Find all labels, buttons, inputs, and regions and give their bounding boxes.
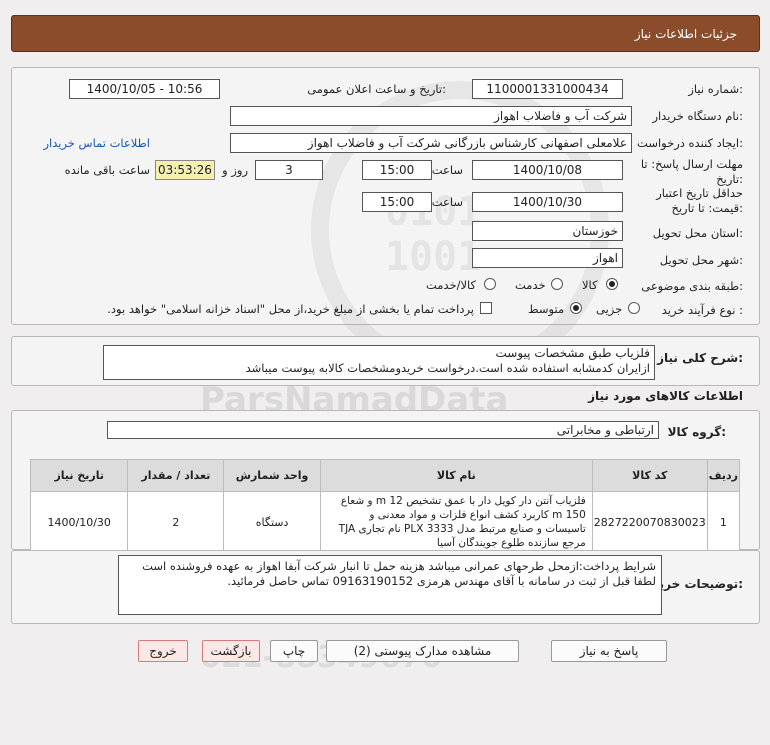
category-radio-goods[interactable]: [606, 278, 618, 290]
cell-row: 1: [706, 491, 741, 553]
col-unit: واحد شمارش: [223, 459, 321, 492]
exit-button[interactable]: خروج: [138, 640, 188, 662]
cell-unit: دستگاه: [223, 491, 321, 553]
validity-date-field: 1400/10/30: [472, 192, 623, 212]
col-date: تاریخ نیاز: [29, 459, 129, 492]
province-label: استان محل تحویل:: [652, 226, 743, 240]
cell-qty: 2: [127, 491, 225, 553]
goods-group-label: گروه کالا:: [667, 425, 726, 439]
category-label: طبقه بندی موضوعی:: [641, 279, 743, 293]
col-row: ردیف: [706, 459, 741, 492]
cell-name: فلزیاب آنتن دار کویل دار با عمق تشخیص 12…: [319, 491, 593, 553]
goods-section-title: اطلاعات کالاهای مورد نیاز: [588, 389, 743, 403]
buyer-org-label: نام دستگاه خریدار:: [652, 109, 743, 123]
days-field: 3: [255, 160, 323, 180]
back-button[interactable]: بازگشت: [202, 640, 260, 662]
category-radio-both[interactable]: [484, 278, 496, 290]
buyer-notes-box: شرایط پرداخت:ازمحل طرحهای عمرانی میباشد …: [118, 555, 662, 615]
page-header: جزئیات اطلاعات نیاز: [11, 15, 760, 52]
summary-label: شرح کلی نیاز:: [657, 351, 743, 365]
remaining-label: ساعت باقی مانده: [64, 163, 150, 177]
reply-button[interactable]: پاسخ به نیاز: [551, 640, 667, 662]
category-option-both: کالا/خدمت: [426, 278, 477, 292]
city-field: اهواز: [472, 248, 623, 268]
category-option-goods: کالا: [582, 278, 598, 292]
process-radio-medium[interactable]: [570, 302, 582, 314]
deadline-time-label: ساعت: [431, 163, 463, 177]
col-code: کد کالا: [591, 459, 708, 492]
requester-field: علامعلی اصفهانی کارشناس بازرگانی شرکت آب…: [230, 133, 632, 153]
cell-code: 2827220070830023: [591, 491, 708, 553]
deadline-time-field: 15:00: [362, 160, 432, 180]
validity-label: حداقل تاریخ اعتبار قیمت: تا تاریخ:: [656, 186, 743, 215]
summary-box: فلزیاب طبق مشخصات پیوست ازایران کدمشابه …: [103, 345, 655, 380]
goods-table: ردیف کد کالا نام کالا واحد شمارش تعداد /…: [29, 459, 741, 553]
payment-note: پرداخت تمام یا بخشی از مبلغ خرید،از محل …: [107, 302, 474, 316]
need-number-field: 1100001331000434: [472, 79, 623, 99]
contact-info-link[interactable]: اطلاعات تماس خریدار: [43, 136, 150, 150]
col-qty: تعداد / مقدار: [127, 459, 225, 492]
summary-line-1: فلزیاب طبق مشخصات پیوست: [495, 346, 650, 360]
process-option-minor: جزیی: [596, 302, 623, 316]
buyer-org-field: شرکت آب و فاضلاب اهواز: [230, 106, 632, 126]
category-option-service: خدمت: [515, 278, 546, 292]
process-label: نوع فرآیند خرید :: [661, 303, 743, 317]
treasury-checkbox[interactable]: [480, 302, 492, 314]
announce-field: 1400/10/05 - 10:56: [69, 79, 220, 99]
table-row: 1 2827220070830023 فلزیاب آنتن دار کویل …: [29, 491, 741, 553]
process-option-medium: متوسط: [528, 302, 565, 316]
days-label: روز و: [222, 163, 248, 177]
province-field: خوزستان: [472, 221, 623, 241]
deadline-label: مهلت ارسال پاسخ: تا تاریخ:: [640, 157, 743, 186]
requester-label: ایجاد کننده درخواست:: [637, 136, 743, 150]
goods-table-wrap: ردیف کد کالا نام کالا واحد شمارش تعداد /…: [29, 459, 741, 553]
print-button[interactable]: چاپ: [270, 640, 318, 662]
city-label: شهر محل تحویل:: [659, 253, 743, 267]
category-radio-service[interactable]: [551, 278, 563, 290]
goods-group-field: ارتباطی و مخابراتی: [107, 421, 659, 439]
col-name: نام کالا: [319, 459, 593, 492]
remaining-timer: 03:53:26: [155, 160, 215, 180]
process-radio-minor[interactable]: [628, 302, 640, 314]
table-header-row: ردیف کد کالا نام کالا واحد شمارش تعداد /…: [29, 459, 741, 492]
page-title: جزئیات اطلاعات نیاز: [634, 27, 737, 41]
announce-label: تاریخ و ساعت اعلان عمومی:: [307, 82, 446, 96]
validity-time-field: 15:00: [362, 192, 432, 212]
validity-time-label: ساعت: [431, 195, 463, 209]
attachments-button[interactable]: مشاهده مدارک پیوستی (2): [326, 640, 519, 662]
deadline-date-field: 1400/10/08: [472, 160, 623, 180]
need-number-label: شماره نیاز:: [688, 82, 743, 96]
summary-line-2: ازایران کدمشابه استفاده شده است.درخواست …: [245, 361, 650, 375]
cell-date: 1400/10/30: [29, 491, 129, 553]
